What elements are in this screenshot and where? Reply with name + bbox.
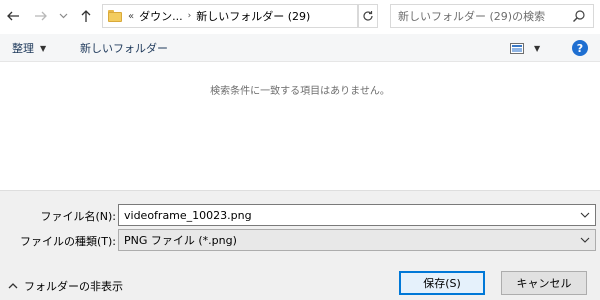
organize-label: 整理 [12, 42, 34, 55]
organize-button[interactable]: 整理 ▼ [12, 40, 46, 56]
help-icon[interactable]: ? [572, 40, 588, 56]
search-icon[interactable] [572, 9, 586, 23]
breadcrumb-item-downloads[interactable]: ダウン... [139, 8, 183, 24]
search-input[interactable] [398, 9, 568, 23]
chevron-down-icon[interactable] [579, 209, 591, 221]
chevron-up-icon [8, 283, 18, 289]
cancel-button[interactable]: キャンセル [501, 271, 587, 295]
hide-folders-toggle[interactable]: フォルダーの非表示 [8, 278, 123, 294]
file-list-area[interactable]: 検索条件に一致する項目はありません。 [0, 62, 600, 190]
hide-folders-label: フォルダーの非表示 [24, 280, 123, 293]
file-name-label: ファイル名(N): [40, 210, 116, 223]
breadcrumb[interactable]: « ダウン... › 新しいフォルダー (29) [102, 4, 358, 28]
caret-down-icon: ▼ [40, 43, 47, 53]
refresh-icon[interactable] [358, 4, 378, 28]
save-options-panel: ファイル名(N): ファイルの種類(T): PNG ファイル (*.png) フ… [0, 190, 600, 300]
recent-locations-chevron-icon[interactable] [56, 6, 70, 26]
file-type-select[interactable]: PNG ファイル (*.png) [118, 229, 596, 251]
forward-arrow-icon[interactable] [32, 6, 50, 26]
file-type-label: ファイルの種類(T): [19, 235, 116, 248]
file-type-value: PNG ファイル (*.png) [124, 234, 237, 247]
change-view-button[interactable]: ▼ [510, 41, 544, 55]
chevron-down-icon [580, 237, 590, 243]
new-folder-label: 新しいフォルダー [80, 42, 168, 55]
address-bar-row: « ダウン... › 新しいフォルダー (29) [0, 0, 600, 34]
up-arrow-icon[interactable] [77, 6, 95, 26]
toolbar: 整理 ▼ 新しいフォルダー ▼ ? [0, 34, 600, 62]
save-button[interactable]: 保存(S) [399, 271, 485, 295]
folder-icon [108, 10, 122, 22]
search-box[interactable] [390, 4, 594, 28]
file-name-input[interactable] [124, 208, 564, 222]
empty-message: 検索条件に一致する項目はありません。 [210, 86, 390, 97]
breadcrumb-separator-icon[interactable]: › [188, 11, 192, 21]
breadcrumb-overflow-icon[interactable]: « [128, 11, 134, 22]
file-name-field[interactable] [118, 204, 596, 226]
view-icon [510, 42, 524, 54]
breadcrumb-item-current-folder[interactable]: 新しいフォルダー (29) [196, 8, 310, 24]
back-arrow-icon[interactable] [4, 6, 22, 26]
new-folder-button[interactable]: 新しいフォルダー [80, 40, 168, 56]
caret-down-icon: ▼ [534, 43, 541, 53]
